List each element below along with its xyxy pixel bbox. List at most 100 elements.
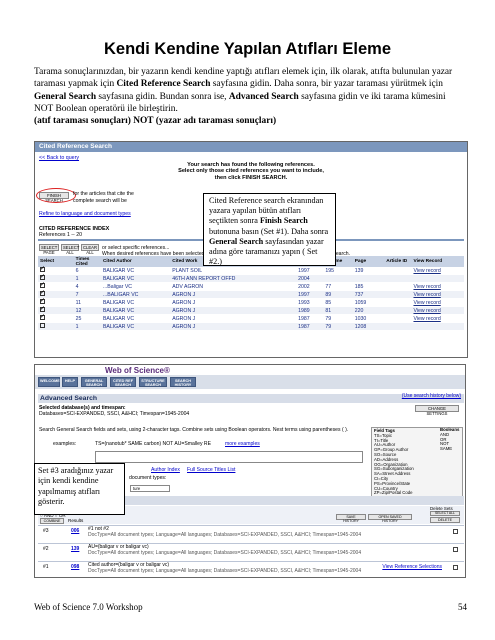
article-id [384,282,412,292]
times-cited: 25 [73,314,101,324]
select-all-sets-button[interactable]: SELECT ALL [430,511,460,516]
query-details: DocType=All document types; Language=All… [88,567,362,574]
page: 737 [352,290,385,300]
query-details: DocType=All document types; Language=All… [88,531,362,538]
intro-text-2: sayfasına gidin. Daha sonra, bir yazar t… [210,79,443,90]
combine-button[interactable]: COMBINE [40,518,64,524]
view-record-link[interactable]: View record [411,306,464,316]
select-checkbox[interactable] [40,323,45,329]
article-id [384,298,412,308]
language-doctype-link[interactable]: Refine to language and document types [39,211,131,217]
use-history-link[interactable]: (Use search history below) [402,393,461,399]
table-row: 12BALIGAR VCAGRON J198981220 View record [38,305,464,316]
times-cited: 7 [73,290,101,300]
view-record-link[interactable]: View record [411,282,464,292]
volume: 89 [323,290,353,300]
full-source-titles-link[interactable]: Full Source Titles List [187,467,235,473]
delete-checkbox[interactable] [453,565,458,570]
cited-work: AGRON J [170,298,297,308]
delete-sets-button[interactable]: DELETE [430,517,460,523]
nav-structure-search[interactable]: STRUCTURE SEARCH [139,377,167,387]
article-id [384,290,412,300]
instructions: Search General Search fields and sets, u… [39,427,349,433]
cited-author: BALIGAR VC [100,314,171,324]
language-select[interactable]: ture [130,485,170,492]
select-cell[interactable] [38,322,74,332]
delete-checkbox[interactable] [453,529,458,534]
advanced-search-title: Advanced Search [38,394,464,403]
author-index-link[interactable]: Author Index [151,467,180,473]
save-history-button[interactable]: SAVE HISTORY [336,514,366,523]
set-number: #2 [43,546,49,552]
examples-label: examples: [53,441,77,447]
view-record-link[interactable]: View record [411,298,464,308]
open-saved-history-button[interactable]: OPEN SAVED HISTORY [368,514,412,523]
view-record-link[interactable]: View record [411,267,464,276]
table-row: 7...BALIGAR VCAGRON J199789737 View recor… [38,289,464,300]
boolean-operator: SAME [440,446,453,452]
times-cited: 11 [73,298,101,308]
select-checkbox[interactable] [40,313,45,321]
view-selections-link[interactable]: View Reference Selections [382,564,442,570]
nav-welcome[interactable]: WELCOME [38,377,60,387]
select-checkbox[interactable] [40,265,45,273]
nav-search-history[interactable]: SEARCH HISTORY [170,377,196,387]
times-cited: 1 [73,274,101,284]
references-range: References 1 -- 20 [39,232,82,238]
delete-checkbox[interactable] [453,547,458,552]
view-record-link[interactable] [411,322,464,332]
year: 1997 [296,267,324,276]
select-checkbox[interactable] [40,273,45,281]
select-cell[interactable] [38,313,74,324]
callout-bold-general: General Search [209,236,264,246]
search-text: complete search will be [73,198,127,204]
volume: 85 [323,298,353,308]
article-id [384,306,412,316]
cited-message: Your search has found the following refe… [35,162,467,181]
back-to-query-link[interactable]: << Back to query [39,155,79,161]
set-number: #1 [43,564,49,570]
history-row: #1 098 Cited author=(baligar v or baligar … [38,561,464,577]
cited-author: ...BALIGAR VC [100,290,171,300]
query-input[interactable] [95,451,363,463]
select-checkbox[interactable] [40,289,45,297]
article-text: for the articles that cite the [73,191,134,197]
select-page-button[interactable]: SELECT PAGE [39,244,59,255]
col-header: View Record [411,256,464,267]
table-row: 1 BALIGAR VC AGRON J 1987 79 1208 [38,322,464,332]
nav-cited-ref-search[interactable]: CITED REF SEARCH [110,377,136,387]
year: 1987 [296,314,324,324]
nav-help[interactable]: HELP [62,377,78,387]
results-link[interactable]: 006 [71,528,79,534]
more-examples-link[interactable]: more examples [225,441,260,447]
year: 1993 [296,298,324,308]
intro-bold-cited-ref: Cited Reference Search [116,79,211,90]
nav-general-search[interactable]: GENERAL SEARCH [81,377,107,387]
view-record-link[interactable]: View record [411,290,464,300]
wos-logo: Web of Science® [105,366,170,375]
select-checkbox[interactable] [40,305,45,313]
year: 2002 [296,282,324,292]
volume: 81 [323,306,353,316]
change-settings-button[interactable]: CHANGE SETTINGS [415,405,459,416]
volume: 79 [323,314,353,324]
footer-title: Web of Science 7.0 Workshop [34,602,143,612]
example-query: TS=(nanotub* SAME carbon) NOT AU=Smalley… [95,441,211,447]
results-link[interactable]: 098 [71,564,79,570]
set-query: Cited author=(baligar v or baligar vc) Do… [88,562,388,574]
article-id [384,314,412,324]
intro-bold-advanced: Advanced Search [228,91,299,102]
view-record-link[interactable]: View record [411,314,464,324]
cited-message-line: then click FINISH SEARCH. [214,174,288,181]
view-record-link[interactable] [411,274,464,284]
col-header: Article ID [384,256,412,267]
results-link[interactable]: 139 [71,546,79,552]
set-number: #3 [43,528,49,534]
select-all-button[interactable]: SELECT ALL [61,244,79,255]
clear-all-button[interactable]: CLEAR ALL [81,244,99,255]
select-checkbox[interactable] [40,281,45,289]
cited-work: AGRON J [170,290,297,300]
cited-header: Cited Reference Search [35,142,467,152]
intro-bold-general: General Search [34,91,97,102]
select-checkbox[interactable] [40,297,45,305]
